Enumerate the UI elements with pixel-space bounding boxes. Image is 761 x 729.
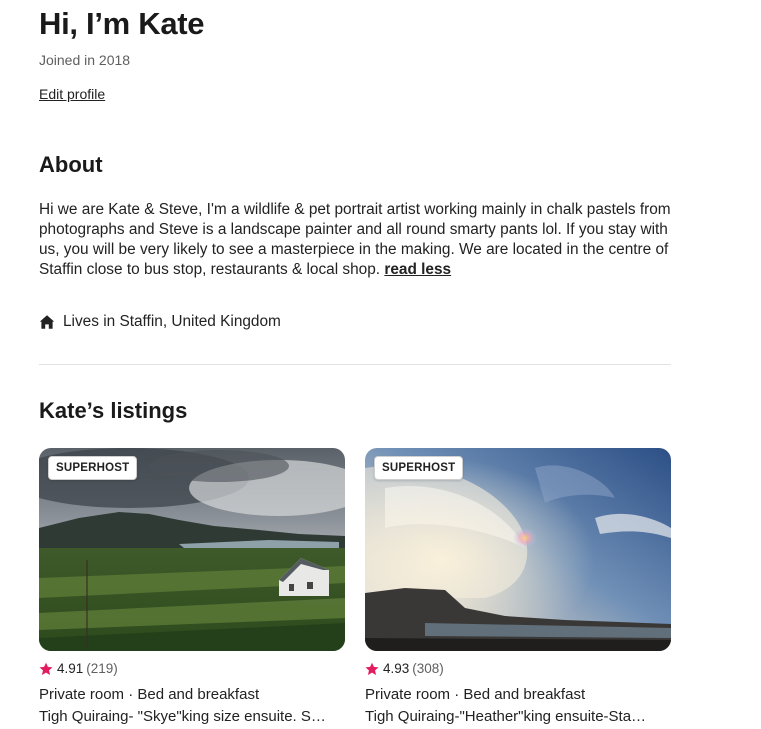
listing-rating: 4.91 (219) xyxy=(39,661,118,676)
star-icon xyxy=(39,662,53,676)
listing-photo[interactable]: SUPERHOST xyxy=(365,448,671,651)
superhost-badge: SUPERHOST xyxy=(48,456,138,480)
listing-card[interactable]: SUPERHOST 4.93 (308) Private room · Bed … xyxy=(365,448,671,725)
about-heading: About xyxy=(39,152,103,177)
page-title: Hi, I’m Kate xyxy=(39,6,205,41)
joined-date: Joined in 2018 xyxy=(39,52,131,68)
listing-title[interactable]: Tigh Quiraing- "Skye"king size ensuite. … xyxy=(39,708,345,725)
listing-photo[interactable]: SUPERHOST xyxy=(39,448,345,651)
lives-in-text: Lives in Staffin, United Kingdom xyxy=(63,313,281,330)
review-count: (308) xyxy=(412,661,444,676)
about-body: Hi we are Kate & Steve, I'm a wildlife &… xyxy=(39,201,671,278)
superhost-badge: SUPERHOST xyxy=(374,456,464,480)
rating-value: 4.93 xyxy=(383,661,410,676)
section-divider xyxy=(39,364,671,365)
home-icon xyxy=(39,314,55,330)
listing-rating: 4.93 (308) xyxy=(365,661,444,676)
read-less-link[interactable]: read less xyxy=(384,261,451,278)
about-text: Hi we are Kate & Steve, I'm a wildlife &… xyxy=(39,200,679,280)
listing-title[interactable]: Tigh Quiraing-"Heather"king ensuite-Sta… xyxy=(365,708,671,725)
listing-type: Private room · Bed and breakfast xyxy=(365,686,586,703)
rating-value: 4.91 xyxy=(57,661,84,676)
listing-type: Private room · Bed and breakfast xyxy=(39,686,260,703)
listings-heading: Kate’s listings xyxy=(39,398,188,423)
star-icon xyxy=(365,662,379,676)
edit-profile-link[interactable]: Edit profile xyxy=(39,86,105,102)
listing-card[interactable]: SUPERHOST 4.91 (219) Private room · Bed … xyxy=(39,448,345,725)
lives-in-row: Lives in Staffin, United Kingdom xyxy=(39,313,281,331)
review-count: (219) xyxy=(86,661,118,676)
